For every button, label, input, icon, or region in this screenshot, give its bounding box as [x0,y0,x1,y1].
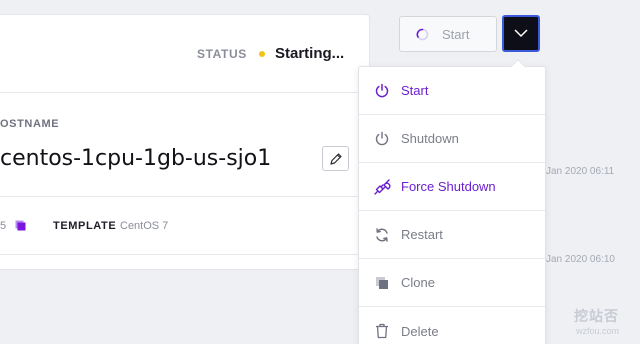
menu-item-clone[interactable]: Clone [359,259,545,307]
power-icon [373,130,391,148]
trash-icon [373,322,391,340]
clone-icon [373,274,391,292]
menu-item-label: Start [401,83,429,98]
date-text: Jan 2020 06:10 [546,254,615,265]
loading-spinner-icon [416,28,429,40]
template-label: TEMPLATE [53,220,117,232]
menu-item-force-shutdown[interactable]: Force Shutdown [359,163,545,211]
menu-item-start[interactable]: Start [359,67,545,115]
start-button[interactable]: Start [399,16,497,52]
status-label: STATUS [197,47,247,61]
menu-item-label: Clone [401,275,435,290]
divider [0,196,370,197]
menu-item-label: Delete [401,323,439,339]
divider [0,254,370,255]
power-icon [373,82,391,100]
start-button-label: Start [442,26,470,42]
menu-item-label: Shutdown [401,131,459,146]
divider [0,92,370,93]
status-indicator-dot [259,51,265,57]
menu-item-restart[interactable]: Restart [359,211,545,259]
pencil-icon [329,152,342,165]
actions-dropdown-toggle[interactable] [502,15,540,52]
actions-dropdown-menu: Start Shutdown Force Shutdown Restart Cl… [358,66,546,344]
os-number: 5 [0,220,7,232]
menu-item-label: Force Shutdown [401,179,496,194]
chevron-down-icon [514,29,528,38]
refresh-icon [373,226,391,244]
date-text: Jan 2020 06:11 [546,166,615,177]
watermark-url: wzfou.com [576,326,620,336]
edit-hostname-button[interactable] [322,146,349,171]
template-value: CentOS 7 [120,220,169,232]
menu-item-shutdown[interactable]: Shutdown [359,115,545,163]
hostname-value: centos-1cpu-1gb-us-sjo1 [0,146,272,171]
status-value: Starting... [275,45,345,62]
hostname-label: OSTNAME [0,118,60,130]
plug-icon [373,178,391,196]
menu-item-label: Restart [401,227,443,242]
os-square-icon [15,220,26,231]
menu-item-delete[interactable]: Delete [359,307,545,344]
watermark-logo: 挖站否 [574,308,619,324]
